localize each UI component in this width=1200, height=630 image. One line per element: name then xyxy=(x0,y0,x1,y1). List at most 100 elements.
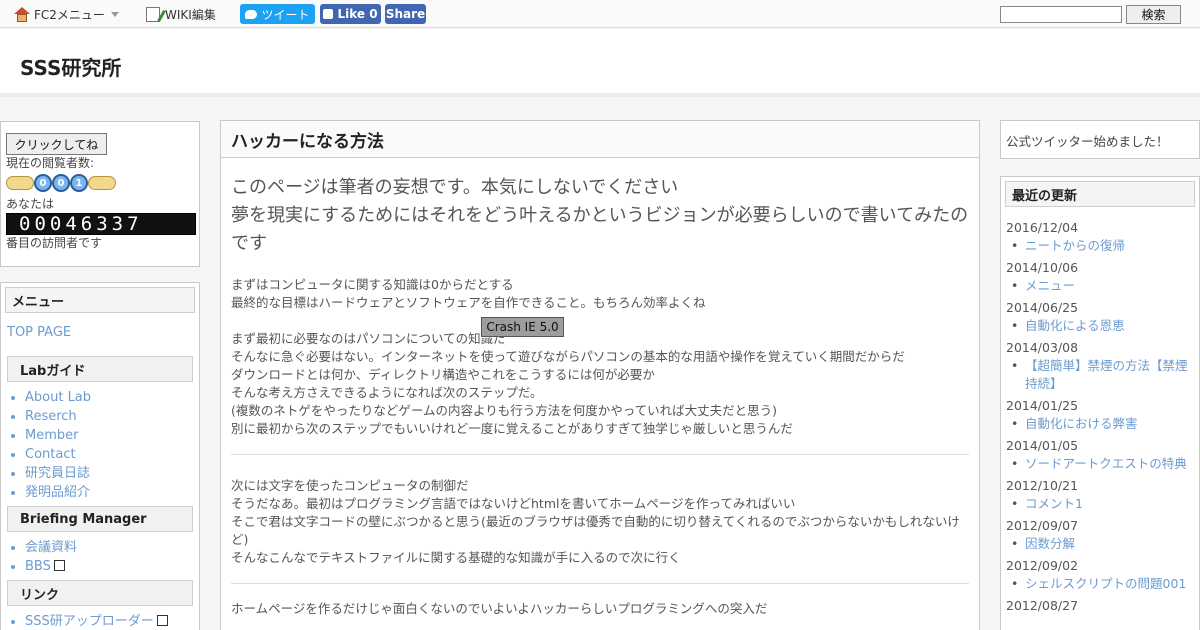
menu-item-contact[interactable]: Contact xyxy=(25,445,199,464)
menu-item-reserch[interactable]: Reserch xyxy=(25,407,199,426)
update-link[interactable]: • ソードアートクエストの特典 xyxy=(1011,455,1194,473)
menu-item-diary[interactable]: 研究員日誌 xyxy=(25,464,199,483)
lead-line: このページは筆者の妄想です。本気にしないでください xyxy=(231,177,679,198)
divider xyxy=(231,583,969,584)
links-heading: リンク xyxy=(7,580,193,606)
update-date: 2014/10/06 xyxy=(1006,260,1079,275)
update-date: 2016/12/04 xyxy=(1006,220,1079,235)
update-title: コメント1 xyxy=(1025,496,1083,511)
paragraph-line: そんなこんなでテキストファイルに関する基礎的な知識が手に入るので次に行く xyxy=(231,550,681,565)
menu-item-uploader[interactable]: SSS研アップローダー xyxy=(25,612,199,630)
update-title: ソードアートクエストの特典 xyxy=(1025,456,1187,471)
paragraph-line: (複数のネトゲをやったりなどゲームの内容よりも行う方法を何度かやっていれば大丈夫… xyxy=(231,403,778,418)
viewer-digit: 0 xyxy=(34,174,52,192)
viewer-digit: 1 xyxy=(70,174,88,192)
main-content-box: ハッカーになる方法 このページは筆者の妄想です。本気にしないでください 夢を現実… xyxy=(220,120,980,630)
site-header: SSS研究所 xyxy=(0,29,1200,97)
update-date: 2014/01/05 xyxy=(1006,438,1079,453)
update-title: 自動化による恩恵 xyxy=(1025,318,1125,333)
menu-item-member[interactable]: Member xyxy=(25,426,199,445)
paragraph-line: そうだなあ。最初はプログラミング言語ではないけどhtmlを書いてホームページを作… xyxy=(231,496,796,511)
paragraph-line: そこで君は文字コードの壁にぶつかると思う(最近のブラウザは優秀で自動的に切り替え… xyxy=(231,514,960,547)
paragraph-line: そんなに急ぐ必要はない。インターネットを使って遊びながらパソコンの基本的な用語や… xyxy=(231,349,905,364)
paragraph-line: 次には文字を使ったコンピュータの制御だ xyxy=(231,478,469,493)
update-date: 2012/09/02 xyxy=(1006,558,1079,573)
recent-updates-box: 最近の更新 2016/12/04 • ニートからの復帰 2014/10/06 • メ… xyxy=(1000,176,1200,630)
search-input[interactable] xyxy=(1000,6,1122,23)
thumbs-up-icon xyxy=(323,9,334,19)
tweet-button[interactable]: ツイート xyxy=(240,4,315,24)
menu-item-bbs[interactable]: BBS xyxy=(25,557,199,576)
update-date: 2014/03/08 xyxy=(1006,340,1079,355)
briefing-heading: Briefing Manager xyxy=(7,506,193,532)
update-date: 2014/01/25 xyxy=(1006,398,1079,413)
fc2-menu[interactable]: FC2メニュー xyxy=(14,5,119,23)
menu-box: メニュー TOP PAGE Labガイド About Lab Reserch M… xyxy=(0,282,200,630)
update-date: 2012/08/27 xyxy=(1006,598,1079,613)
twitter-bird-icon xyxy=(245,9,258,19)
click-me-button[interactable]: クリックしてね xyxy=(6,133,107,155)
paragraph-line: ダウンロードとは何か、ディレクトリ構造やこれをこうするには何が必要か xyxy=(231,367,655,382)
recent-updates-heading: 最近の更新 xyxy=(1005,181,1195,207)
menu-item-meeting-docs[interactable]: 会議資料 xyxy=(25,538,199,557)
fc2-menu-label: FC2メニュー xyxy=(34,7,105,22)
update-title: 【超簡単】禁煙の方法【禁煙 持続】 xyxy=(1025,358,1200,391)
paragraph-line: まずはコンピュータに関する知識は0からだとする xyxy=(231,277,514,292)
like-label: Like 0 xyxy=(337,7,378,21)
site-title[interactable]: SSS研究所 xyxy=(20,52,121,81)
crash-ie-button[interactable]: Crash IE 5.0 xyxy=(481,317,564,337)
edit-icon xyxy=(146,6,160,22)
update-link[interactable]: • 自動化における弊害 xyxy=(1011,415,1194,433)
external-link-icon xyxy=(156,615,168,626)
viewer-digit: 0 xyxy=(52,174,70,192)
wiki-edit-label: WIKI編集 xyxy=(165,7,216,22)
top-toolbar: FC2メニュー WIKI編集 ツイート Like 0 Share 検索 xyxy=(0,0,1200,28)
share-label: Share xyxy=(385,7,426,21)
update-link[interactable]: • コメント1 xyxy=(1011,495,1194,513)
menu-item-about-lab[interactable]: About Lab xyxy=(25,388,199,407)
paragraph-line: まず最初に必要なのはパソコンについての知識だ xyxy=(231,331,506,346)
paragraph-line: ホームページを作るだけじゃ面白くないのでいよいよハッカーらしいプログラミングへの… xyxy=(231,601,768,616)
visitor-odometer: 00046337 xyxy=(6,213,196,235)
lab-guide-list: About Lab Reserch Member Contact 研究員日誌 発… xyxy=(25,388,199,502)
update-date: 2014/06/25 xyxy=(1006,300,1079,315)
cloud-icon xyxy=(88,176,116,190)
top-page-link[interactable]: TOP PAGE xyxy=(7,325,199,340)
update-link[interactable]: • シェルスクリプトの問題001 xyxy=(1011,575,1194,593)
divider xyxy=(231,454,969,455)
update-link[interactable]: • メニュー xyxy=(1011,277,1194,295)
page-title: ハッカーになる方法 xyxy=(221,121,979,158)
update-title: ニートからの復帰 xyxy=(1025,238,1126,253)
links-list: SSS研アップローダー xyxy=(25,612,199,630)
you-are-label: あなたは xyxy=(6,197,55,211)
uploader-label: SSS研アップローダー xyxy=(25,614,154,629)
update-link[interactable]: • 因数分解 xyxy=(1011,535,1194,553)
external-link-icon xyxy=(53,560,65,571)
recent-updates-list: 2016/12/04 • ニートからの復帰 2014/10/06 • メニュー 20… xyxy=(1001,211,1200,614)
update-link[interactable]: • 【超簡単】禁煙の方法【禁煙 持続】 xyxy=(1011,357,1200,393)
search-button[interactable]: 検索 xyxy=(1126,5,1181,24)
lab-guide-heading: Labガイド xyxy=(7,356,193,382)
menu-item-inventions[interactable]: 発明品紹介 xyxy=(25,483,199,502)
paragraph-line: 最終的な目標はハードウェアとソフトウェアを自作できること。もちろん効率よくね xyxy=(231,295,706,310)
twitter-notice[interactable]: 公式ツイッター始めました！ xyxy=(1000,120,1200,159)
update-link[interactable]: • ニートからの復帰 xyxy=(1011,237,1194,255)
viewer-counter: 0 0 1 xyxy=(6,172,194,194)
counter-box: クリックしてね 現在の閲覧者数: 0 0 1 あなたは 00046337 番目の… xyxy=(0,121,200,267)
menu-heading: メニュー xyxy=(5,287,195,313)
update-date: 2012/10/21 xyxy=(1006,478,1079,493)
wiki-edit-link[interactable]: WIKI編集 xyxy=(146,5,216,23)
facebook-share-button[interactable]: Share xyxy=(385,4,426,24)
cloud-icon xyxy=(6,176,34,190)
home-icon xyxy=(14,6,30,22)
bbs-label: BBS xyxy=(25,559,51,574)
viewers-label: 現在の閲覧者数: xyxy=(6,156,95,170)
update-title: 自動化における弊害 xyxy=(1025,416,1138,431)
article-body: このページは筆者の妄想です。本気にしないでください 夢を現実にするためにはそれを… xyxy=(221,158,979,618)
paragraph-line: そんな考え方さえできるようになれば次のステップだ。 xyxy=(231,385,543,400)
facebook-like-button[interactable]: Like 0 xyxy=(320,4,381,24)
update-title: シェルスクリプトの問題001 xyxy=(1025,576,1187,591)
update-link[interactable]: • 自動化による恩恵 xyxy=(1011,317,1194,335)
briefing-list: 会議資料 BBS xyxy=(25,538,199,576)
chevron-down-icon xyxy=(110,11,119,17)
